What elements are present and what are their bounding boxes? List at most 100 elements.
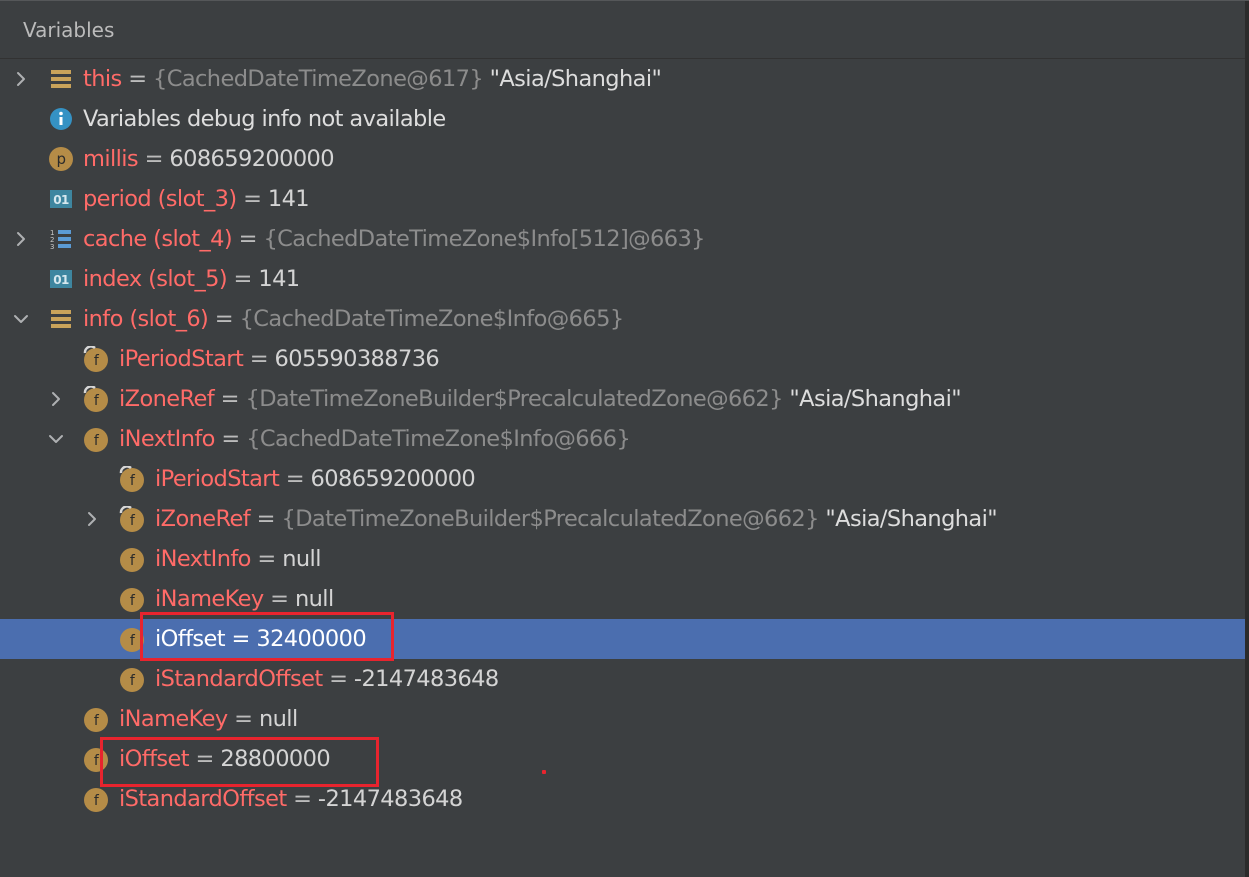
- final-field-icon: f: [83, 346, 109, 372]
- equals-sign: =: [227, 706, 259, 732]
- svg-text:01: 01: [53, 273, 69, 287]
- variable-name: millis: [83, 146, 139, 172]
- variable-row[interactable]: f iZoneRef = {DateTimeZoneBuilder$Precalc…: [0, 379, 1249, 419]
- row-text: iNameKey = null: [155, 586, 334, 612]
- primitive-icon: 01: [48, 266, 74, 292]
- variable-type: {DateTimeZoneBuilder$PrecalculatedZone@6…: [281, 506, 819, 532]
- row-text: cache (slot_4) = {CachedDateTimeZone$Inf…: [83, 226, 706, 252]
- equals-sign: =: [214, 386, 246, 412]
- highlight-box-outer-offset: [100, 737, 379, 787]
- equals-sign: =: [243, 346, 275, 372]
- chevron-right-icon[interactable]: [47, 390, 65, 408]
- variable-value: 608659200000: [310, 466, 476, 492]
- svg-text:01: 01: [53, 193, 69, 207]
- row-text: period (slot_3) = 141: [83, 186, 310, 212]
- variable-row[interactable]: f iNameKey = null: [0, 699, 1249, 739]
- row-text: iPeriodStart = 605590388736: [119, 346, 440, 372]
- info-row[interactable]: Variables debug info not available: [0, 99, 1249, 139]
- variables-tree[interactable]: this = {CachedDateTimeZone@617} "Asia/Sh…: [0, 59, 1249, 819]
- variable-type: {CachedDateTimeZone$Info[512]@663}: [263, 226, 705, 252]
- equals-sign: =: [121, 66, 154, 92]
- equals-sign: =: [322, 666, 354, 692]
- row-text: iNextInfo = {CachedDateTimeZone$Info@666…: [119, 426, 631, 452]
- primitive-icon: 01: [48, 186, 74, 212]
- info-icon: [48, 106, 74, 132]
- panel-title: Variables: [23, 17, 115, 42]
- variable-value: null: [294, 586, 334, 612]
- variable-row[interactable]: f iPeriodStart = 608659200000: [0, 459, 1249, 499]
- variable-value: "Asia/Shanghai": [818, 506, 998, 532]
- panel-header: Variables: [0, 1, 1249, 59]
- field-icon: f: [83, 426, 109, 452]
- array-icon: 123: [48, 226, 74, 252]
- variable-name: iZoneRef: [119, 386, 215, 412]
- variable-row[interactable]: f iPeriodStart = 605590388736: [0, 339, 1249, 379]
- svg-text:p: p: [57, 150, 66, 168]
- chevron-down-icon[interactable]: [12, 310, 30, 328]
- variable-value: 141: [258, 266, 300, 292]
- variable-name: iNextInfo: [119, 426, 215, 452]
- variable-type: {CachedDateTimeZone$Info@666}: [246, 426, 631, 452]
- highlight-box-inner-offset: [140, 612, 394, 661]
- variable-type: {CachedDateTimeZone$Info@665}: [239, 306, 625, 332]
- variable-name: iNextInfo: [155, 546, 251, 572]
- row-text: iStandardOffset = -2147483648: [119, 786, 463, 812]
- variable-value: 608659200000: [169, 146, 334, 172]
- field-icon: f: [119, 586, 145, 612]
- variable-name: iStandardOffset: [155, 666, 323, 692]
- variable-row[interactable]: f iZoneRef = {DateTimeZoneBuilder$Precalc…: [0, 499, 1249, 539]
- chevron-right-icon[interactable]: [12, 230, 30, 248]
- final-field-icon: f: [83, 386, 109, 412]
- variable-name: period (slot_3): [83, 186, 237, 212]
- variable-row[interactable]: p millis = 608659200000: [0, 139, 1249, 179]
- chevron-right-icon[interactable]: [83, 510, 101, 528]
- annotation-dot: [542, 770, 546, 774]
- variable-row[interactable]: 01 index (slot_5) = 141: [0, 259, 1249, 299]
- equals-sign: =: [232, 226, 264, 252]
- equals-sign: =: [263, 586, 295, 612]
- equals-sign: =: [250, 546, 283, 572]
- object-icon: [48, 66, 74, 92]
- field-icon: f: [83, 786, 109, 812]
- variable-value: -2147483648: [353, 666, 499, 692]
- variable-value: null: [258, 706, 298, 732]
- chevron-down-icon[interactable]: [47, 430, 65, 448]
- row-text: Variables debug info not available: [83, 106, 446, 132]
- variable-name: index (slot_5): [83, 266, 228, 292]
- variable-row[interactable]: this = {CachedDateTimeZone@617} "Asia/Sh…: [0, 59, 1249, 99]
- variable-row[interactable]: f iNextInfo = {CachedDateTimeZone$Info@66…: [0, 419, 1249, 459]
- field-icon: f: [83, 706, 109, 732]
- row-text: millis = 608659200000: [83, 146, 335, 172]
- variable-row[interactable]: f iStandardOffset = -2147483648: [0, 659, 1249, 699]
- variable-row[interactable]: info (slot_6) = {CachedDateTimeZone$Info…: [0, 299, 1249, 339]
- field-icon: f: [119, 546, 145, 572]
- variable-name: iPeriodStart: [119, 346, 244, 372]
- equals-sign: =: [279, 466, 311, 492]
- row-text: iZoneRef = {DateTimeZoneBuilder$Precalcu…: [119, 386, 962, 412]
- variable-value: 605590388736: [274, 346, 440, 372]
- variable-name: info (slot_6): [83, 306, 209, 332]
- variable-row[interactable]: 1 2 3 cache (slot_4) = {CachedDateTimeZone$…: [0, 219, 1249, 259]
- variable-value: -2147483648: [317, 786, 463, 812]
- variable-name: iStandardOffset: [119, 786, 287, 812]
- variable-value: "Asia/Shanghai": [782, 386, 962, 412]
- final-field-icon: f: [119, 466, 145, 492]
- row-text: iZoneRef = {DateTimeZoneBuilder$Precalcu…: [155, 506, 998, 532]
- variable-name: iNameKey: [155, 586, 264, 612]
- svg-text:3: 3: [50, 243, 54, 251]
- variable-name: iZoneRef: [155, 506, 251, 532]
- variable-row[interactable]: 01 period (slot_3) = 141: [0, 179, 1249, 219]
- field-icon: f: [119, 666, 145, 692]
- row-text: this = {CachedDateTimeZone@617} "Asia/Sh…: [83, 66, 662, 92]
- variable-value: "Asia/Shanghai": [483, 66, 662, 92]
- equals-sign: =: [250, 506, 282, 532]
- row-text: iNextInfo = null: [155, 546, 321, 572]
- equals-sign: =: [208, 306, 240, 332]
- row-text: index (slot_5) = 141: [83, 266, 300, 292]
- variable-row[interactable]: f iNextInfo = null: [0, 539, 1249, 579]
- variables-panel: Variables this = {CachedDateTimeZone@617…: [0, 0, 1249, 877]
- variable-value: null: [282, 546, 321, 572]
- equals-sign: =: [286, 786, 318, 812]
- variable-name: this: [83, 66, 122, 92]
- chevron-right-icon[interactable]: [12, 70, 30, 88]
